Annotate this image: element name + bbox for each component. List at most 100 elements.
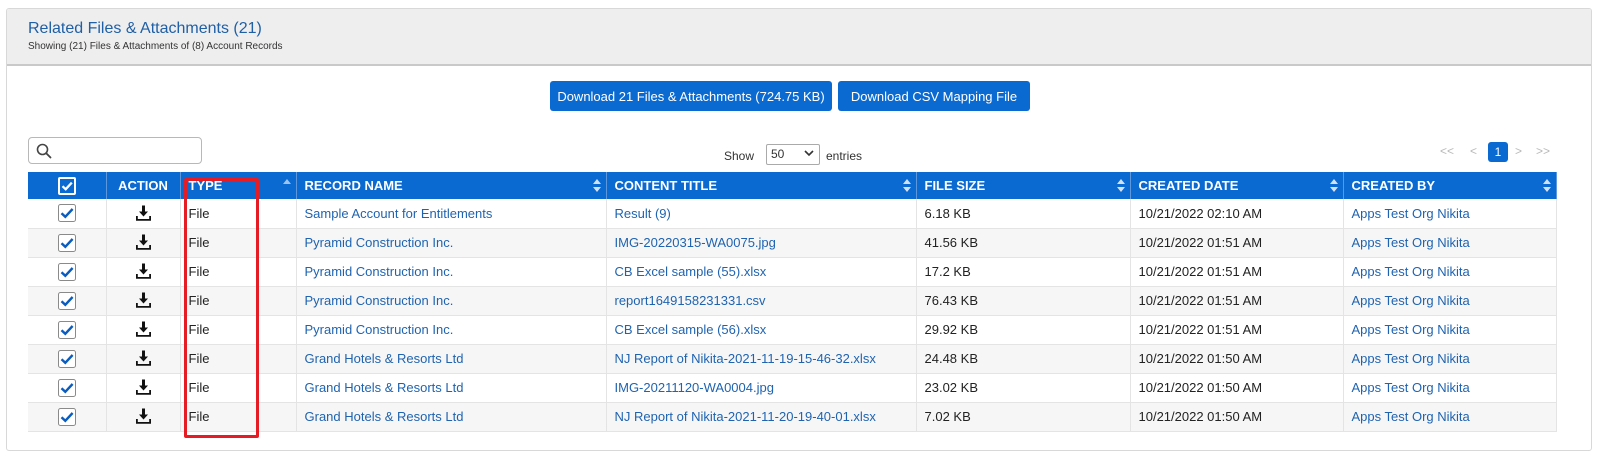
files-table: ACTION TYPE RECORD NAME CONTENT TITLE FI…: [28, 172, 1557, 432]
pager-current-page[interactable]: 1: [1488, 142, 1508, 162]
row-checkbox[interactable]: [57, 320, 76, 339]
row-record-name[interactable]: Sample Account for Entitlements: [296, 199, 607, 229]
row-type: File: [180, 286, 297, 316]
row-type: File: [180, 315, 297, 345]
row-action-cell: [106, 344, 181, 374]
table-row: File Grand Hotels & Resorts Ltd NJ Repor…: [28, 344, 1557, 374]
search-input[interactable]: [28, 137, 202, 164]
download-icon[interactable]: [135, 379, 152, 396]
row-checkbox[interactable]: [57, 349, 76, 368]
sort-icon: [1542, 179, 1551, 192]
sort-icon: [1329, 179, 1338, 192]
row-record-name[interactable]: Pyramid Construction Inc.: [296, 286, 607, 316]
row-created-by[interactable]: Apps Test Org Nikita: [1343, 373, 1557, 403]
row-file-size: 6.18 KB: [916, 199, 1131, 229]
row-content-title[interactable]: CB Excel sample (56).xlsx: [606, 315, 917, 345]
table-row: File Sample Account for Entitlements Res…: [28, 199, 1557, 229]
download-icon[interactable]: [135, 234, 152, 251]
row-action-cell: [106, 315, 181, 345]
pager-first[interactable]: <<: [1440, 144, 1454, 158]
row-content-title[interactable]: CB Excel sample (55).xlsx: [606, 257, 917, 287]
header-created-date[interactable]: CREATED DATE: [1130, 172, 1344, 199]
row-checkbox[interactable]: [57, 378, 76, 397]
row-file-size: 41.56 KB: [916, 228, 1131, 258]
select-all-header: [28, 172, 107, 199]
select-all-checkbox[interactable]: [57, 176, 76, 195]
sort-icon: [592, 179, 601, 192]
row-created-date: 10/21/2022 01:50 AM: [1130, 402, 1344, 432]
row-created-by[interactable]: Apps Test Org Nikita: [1343, 286, 1557, 316]
row-checkbox[interactable]: [57, 233, 76, 252]
row-content-title[interactable]: Result (9): [606, 199, 917, 229]
row-created-by[interactable]: Apps Test Org Nikita: [1343, 344, 1557, 374]
download-icon[interactable]: [135, 350, 152, 367]
row-action-cell: [106, 373, 181, 403]
row-select-cell: [28, 373, 107, 403]
row-record-name[interactable]: Grand Hotels & Resorts Ltd: [296, 402, 607, 432]
row-type: File: [180, 373, 297, 403]
header-file-size[interactable]: FILE SIZE: [916, 172, 1131, 199]
row-select-cell: [28, 257, 107, 287]
row-record-name[interactable]: Grand Hotels & Resorts Ltd: [296, 344, 607, 374]
row-created-by[interactable]: Apps Test Org Nikita: [1343, 228, 1557, 258]
row-content-title[interactable]: report1649158231331.csv: [606, 286, 917, 316]
row-type: File: [180, 402, 297, 432]
header-content-title[interactable]: CONTENT TITLE: [606, 172, 917, 199]
row-created-by[interactable]: Apps Test Org Nikita: [1343, 315, 1557, 345]
row-created-by[interactable]: Apps Test Org Nikita: [1343, 402, 1557, 432]
download-icon[interactable]: [135, 321, 152, 338]
panel-title: Related Files & Attachments (21): [28, 20, 262, 37]
row-created-date: 10/21/2022 01:50 AM: [1130, 373, 1344, 403]
row-file-size: 17.2 KB: [916, 257, 1131, 287]
row-action-cell: [106, 199, 181, 229]
row-content-title[interactable]: NJ Report of Nikita-2021-11-20-19-40-01.…: [606, 402, 917, 432]
row-file-size: 7.02 KB: [916, 402, 1131, 432]
row-created-by[interactable]: Apps Test Org Nikita: [1343, 199, 1557, 229]
row-created-date: 10/21/2022 01:50 AM: [1130, 344, 1344, 374]
table-row: File Pyramid Construction Inc. report164…: [28, 286, 1557, 316]
row-created-date: 10/21/2022 01:51 AM: [1130, 228, 1344, 258]
row-content-title[interactable]: IMG-20211120-WA0004.jpg: [606, 373, 917, 403]
row-action-cell: [106, 402, 181, 432]
download-csv-button[interactable]: Download CSV Mapping File: [838, 81, 1030, 111]
entries-label: entries: [826, 149, 863, 163]
row-file-size: 23.02 KB: [916, 373, 1131, 403]
pager-next[interactable]: >: [1515, 144, 1522, 158]
sort-icon: [902, 179, 911, 192]
download-icon[interactable]: [135, 292, 152, 309]
show-label: Show: [724, 149, 755, 163]
download-icon[interactable]: [135, 408, 152, 425]
row-checkbox[interactable]: [57, 407, 76, 426]
row-action-cell: [106, 228, 181, 258]
header-record-name[interactable]: RECORD NAME: [296, 172, 607, 199]
header-record-name-label: RECORD NAME: [304, 178, 403, 193]
row-checkbox[interactable]: [57, 291, 76, 310]
row-record-name[interactable]: Pyramid Construction Inc.: [296, 228, 607, 258]
pager-last[interactable]: >>: [1536, 144, 1550, 158]
row-created-by[interactable]: Apps Test Org Nikita: [1343, 257, 1557, 287]
row-type: File: [180, 199, 297, 229]
chevron-down-icon: [804, 150, 814, 157]
download-icon[interactable]: [135, 205, 152, 222]
download-files-button[interactable]: Download 21 Files & Attachments (724.75 …: [550, 81, 832, 111]
row-created-date: 10/21/2022 01:51 AM: [1130, 257, 1344, 287]
row-record-name[interactable]: Grand Hotels & Resorts Ltd: [296, 373, 607, 403]
row-file-size: 29.92 KB: [916, 315, 1131, 345]
row-record-name[interactable]: Pyramid Construction Inc.: [296, 257, 607, 287]
row-checkbox[interactable]: [57, 262, 76, 281]
row-content-title[interactable]: IMG-20220315-WA0075.jpg: [606, 228, 917, 258]
pager-prev[interactable]: <: [1470, 144, 1477, 158]
download-icon[interactable]: [135, 263, 152, 280]
entries-select[interactable]: 50: [766, 144, 820, 165]
header-type[interactable]: TYPE: [180, 172, 297, 199]
row-record-name[interactable]: Pyramid Construction Inc.: [296, 315, 607, 345]
header-created-date-label: CREATED DATE: [1138, 178, 1239, 193]
panel-header: Related Files & Attachments (21) Showing…: [7, 9, 1591, 66]
row-content-title[interactable]: NJ Report of Nikita-2021-11-19-15-46-32.…: [606, 344, 917, 374]
header-type-label: TYPE: [188, 178, 223, 193]
search-icon: [36, 143, 52, 159]
row-checkbox[interactable]: [57, 204, 76, 223]
row-created-date: 10/21/2022 01:51 AM: [1130, 315, 1344, 345]
header-created-by[interactable]: CREATED BY: [1343, 172, 1557, 199]
row-select-cell: [28, 344, 107, 374]
